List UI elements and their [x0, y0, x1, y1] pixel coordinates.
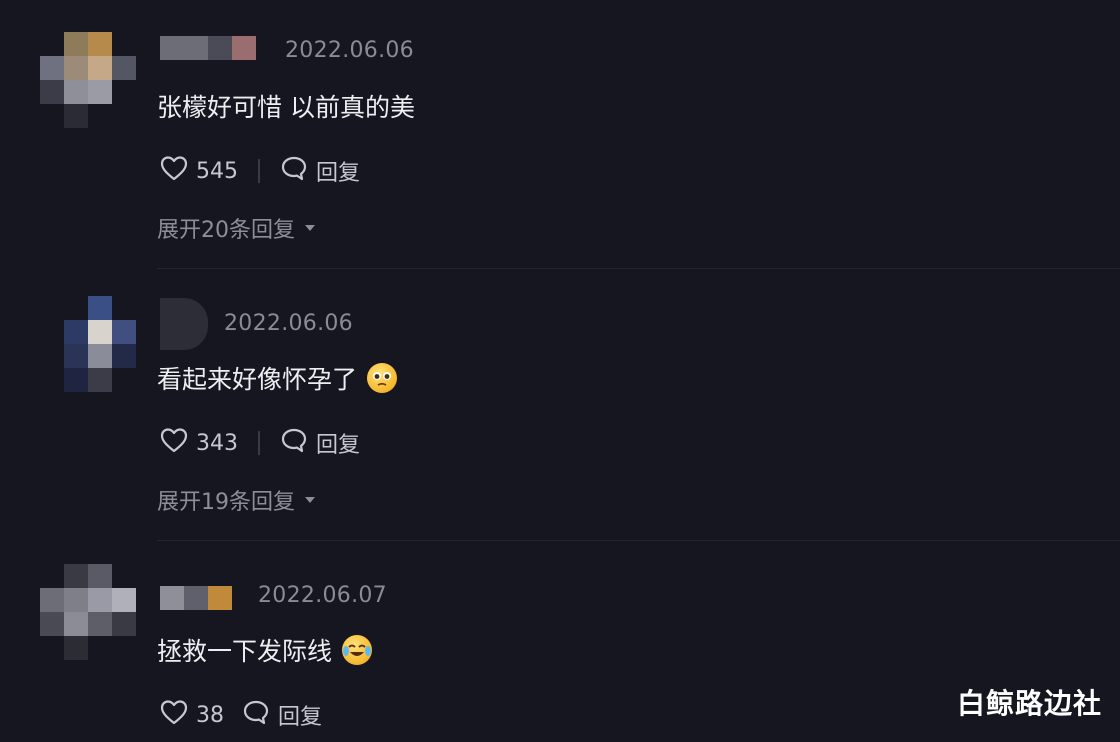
reply-button[interactable]: 回复	[278, 699, 322, 731]
caret-down-icon	[305, 225, 315, 231]
avatar-pixel	[88, 344, 112, 368]
comment-text-content: 看起来好像怀孕了	[157, 365, 358, 394]
reply-button[interactable]: 回复	[316, 427, 360, 459]
comment-date: 2022.06.06	[285, 38, 414, 63]
avatar-pixel	[88, 296, 112, 320]
avatar-pixel	[40, 80, 64, 104]
comment-divider	[157, 540, 1120, 541]
action-divider	[258, 431, 260, 455]
expand-replies-label: 展开19条回复	[157, 490, 295, 515]
avatar-pixel	[112, 320, 136, 344]
avatar-pixel	[64, 344, 88, 368]
comment-actions: 38 回复	[160, 699, 322, 731]
heart-icon[interactable]	[160, 427, 188, 459]
avatar-pixel	[88, 588, 112, 612]
comment-text: 拯救一下发际线	[157, 632, 373, 668]
username-blurred[interactable]	[208, 36, 232, 60]
heart-icon[interactable]	[160, 699, 188, 731]
comment-text-content: 张檬好可惜 以前真的美	[157, 93, 415, 122]
like-count: 343	[196, 430, 238, 456]
expand-replies-button[interactable]: 展开19条回复	[157, 484, 315, 516]
avatar-pixel	[64, 588, 88, 612]
avatar-pixel	[64, 636, 88, 660]
comment-date: 2022.06.07	[258, 583, 387, 608]
avatar-pixel	[64, 320, 88, 344]
comment-divider	[157, 268, 1120, 269]
avatar-pixel	[64, 32, 88, 56]
username-blurred[interactable]	[232, 36, 256, 60]
watermark: 白鲸路边社	[956, 687, 1102, 720]
comment-text: 张檬好可惜 以前真的美	[157, 88, 415, 124]
tears-of-joy-emoji	[342, 635, 373, 665]
expand-replies-button[interactable]: 展开20条回复	[157, 212, 315, 244]
avatar-pixel	[88, 56, 112, 80]
comment-actions: 545 回复	[160, 155, 360, 187]
avatar-pixel	[88, 564, 112, 588]
avatar-pixel	[112, 344, 136, 368]
comment-text-content: 拯救一下发际线	[157, 637, 333, 666]
username-blurred[interactable]	[160, 298, 208, 350]
avatar-pixel	[112, 612, 136, 636]
avatar-pixel	[64, 564, 88, 588]
avatar-pixel	[112, 588, 136, 612]
avatar-pixel	[64, 612, 88, 636]
action-divider	[258, 159, 260, 183]
username-blurred[interactable]	[160, 36, 208, 60]
avatar[interactable]	[40, 32, 140, 132]
expand-replies-label: 展开20条回复	[157, 218, 295, 243]
avatar-pixel	[112, 56, 136, 80]
speech-bubble-icon[interactable]	[280, 427, 308, 459]
avatar-pixel	[88, 368, 112, 392]
avatar-pixel	[64, 368, 88, 392]
avatar-pixel	[40, 612, 64, 636]
avatar-pixel	[40, 56, 64, 80]
username-blurred[interactable]	[184, 586, 208, 610]
avatar-pixel	[64, 56, 88, 80]
avatar[interactable]	[40, 296, 140, 396]
pleading-face-emoji	[367, 363, 398, 393]
speech-bubble-icon[interactable]	[242, 699, 270, 731]
avatar-pixel	[88, 80, 112, 104]
comment-actions: 343 回复	[160, 427, 360, 459]
heart-icon[interactable]	[160, 155, 188, 187]
avatar-pixel	[64, 104, 88, 128]
comment-text: 看起来好像怀孕了	[157, 360, 398, 396]
speech-bubble-icon[interactable]	[280, 155, 308, 187]
avatar-pixel	[88, 320, 112, 344]
avatar-pixel	[64, 80, 88, 104]
avatar-pixel	[88, 32, 112, 56]
like-count: 38	[196, 702, 224, 728]
comment-date: 2022.06.06	[224, 311, 353, 336]
reply-button[interactable]: 回复	[316, 155, 360, 187]
username-blurred[interactable]	[160, 586, 184, 610]
username-blurred[interactable]	[208, 586, 232, 610]
action-divider	[232, 703, 234, 727]
avatar[interactable]	[40, 564, 140, 664]
caret-down-icon	[305, 497, 315, 503]
avatar-pixel	[40, 588, 64, 612]
avatar-pixel	[88, 612, 112, 636]
like-count: 545	[196, 158, 238, 184]
